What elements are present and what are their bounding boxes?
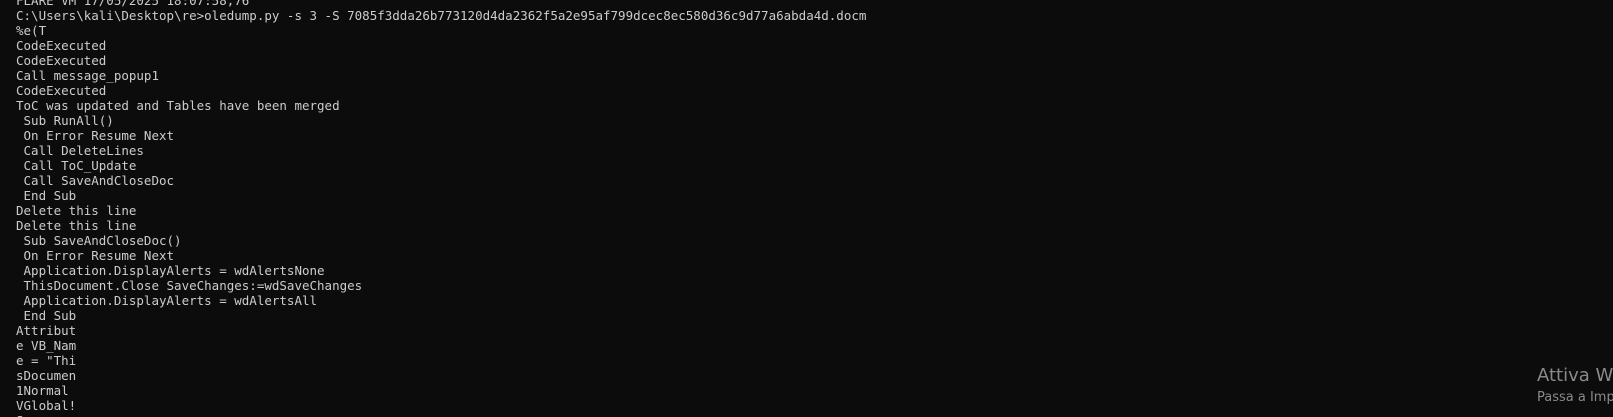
console-line: Delete this line (16, 218, 137, 233)
console-output[interactable]: FLARE VM 17/05/2025 18:07:58,76 C:\Users\… (16, 0, 866, 417)
console-line: %e(T (16, 23, 47, 38)
console-line: sDocumen (16, 368, 77, 383)
console-line: Delete this line (16, 203, 137, 218)
terminal-window[interactable]: FLARE VM 17/05/2025 18:07:58,76 C:\Users\… (0, 0, 1613, 417)
console-line: End Sub (16, 188, 77, 203)
console-line: On Error Resume Next (16, 128, 175, 143)
console-line: CodeExecuted (16, 53, 107, 68)
console-line: VGlobal! (16, 398, 77, 413)
console-line: Attribut (16, 323, 77, 338)
activation-watermark-subtitle: Passa a Imp (1537, 390, 1613, 405)
console-line: Spac (16, 413, 866, 417)
console-line: Call SaveAndCloseDoc (16, 173, 175, 188)
activation-watermark-title: Attiva W (1537, 365, 1613, 386)
console-line: Application.DisplayAlerts = wdAlertsAll (16, 293, 318, 308)
console-line: ThisDocument.Close SaveChanges:=wdSaveCh… (16, 278, 363, 293)
console-line: C:\Users\kali\Desktop\re>oledump.py -s 3… (16, 8, 867, 23)
console-line: FLARE VM 17/05/2025 18:07:58,76 (16, 0, 250, 8)
console-line: e = "Thi (16, 353, 77, 368)
console-line: Call ToC_Update (16, 158, 137, 173)
console-line: CodeExecuted (16, 38, 107, 53)
console-line: Call message_popup1 (16, 68, 159, 83)
console-line: End Sub (16, 308, 77, 323)
console-line: On Error Resume Next (16, 248, 175, 263)
console-line: Application.DisplayAlerts = wdAlertsNone (16, 263, 325, 278)
console-line: e VB_Nam (16, 338, 77, 353)
console-line: ToC was updated and Tables have been mer… (16, 98, 340, 113)
console-line: 1Normal (16, 383, 69, 398)
windows-activation-watermark: Attiva W Passa a Imp (1537, 365, 1613, 407)
console-line: Call DeleteLines (16, 143, 144, 158)
console-line: CodeExecuted (16, 83, 107, 98)
console-line: Sub RunAll() (16, 113, 114, 128)
console-line: Sub SaveAndCloseDoc() (16, 233, 182, 248)
